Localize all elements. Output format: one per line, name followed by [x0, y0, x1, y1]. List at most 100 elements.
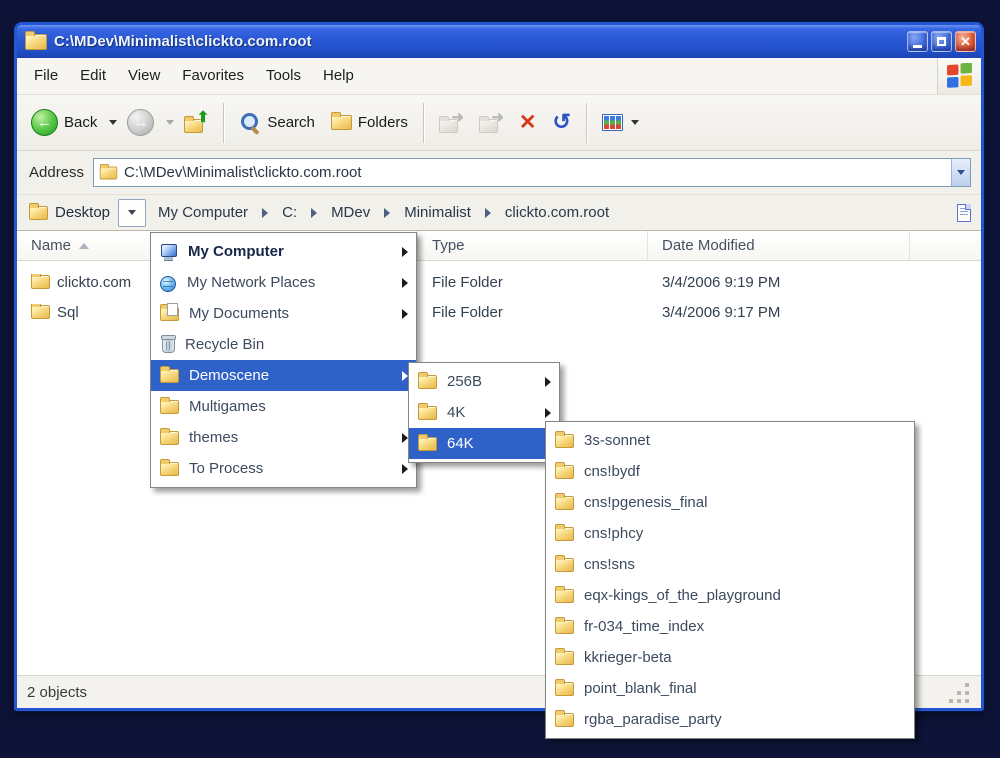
toolbar: ← Back → ⬆ Search Folders ➜ — [17, 95, 981, 151]
delete-icon: ✕ — [519, 112, 537, 133]
menu-item-demoscene[interactable]: Demoscene — [151, 360, 416, 391]
menu-item-fr-034[interactable]: fr-034_time_index — [546, 611, 914, 642]
window-folder-icon — [25, 34, 47, 50]
title-bar[interactable]: C:\MDev\Minimalist\clickto.com.root ✕ — [17, 25, 981, 58]
menu-item-256b[interactable]: 256B — [409, 366, 559, 397]
resize-grip[interactable] — [965, 699, 969, 703]
column-header-date-modified[interactable]: Date Modified — [648, 231, 910, 260]
menu-item-to-process[interactable]: To Process — [151, 453, 416, 484]
file-name: Sql — [57, 304, 79, 321]
breadcrumb-separator-icon[interactable] — [262, 208, 268, 218]
menu-item-recycle-bin[interactable]: Recycle Bin — [151, 329, 416, 360]
views-icon — [602, 114, 623, 131]
folders-icon — [331, 115, 352, 130]
copy-to-button: ➜ — [473, 109, 509, 137]
minimize-button[interactable] — [907, 31, 928, 52]
menu-item-my-computer[interactable]: My Computer — [151, 236, 416, 267]
file-name: clickto.com — [57, 274, 131, 291]
toolbar-separator — [423, 103, 424, 143]
search-button[interactable]: Search — [233, 108, 321, 138]
menu-item-label: Demoscene — [189, 367, 392, 384]
menu-item-4k[interactable]: 4K — [409, 397, 559, 428]
menu-item-label: fr-034_time_index — [584, 618, 906, 635]
menu-item-my-documents[interactable]: My Documents — [151, 298, 416, 329]
menu-item-label: 64K — [447, 435, 535, 452]
address-dropdown-button[interactable] — [951, 159, 970, 186]
chevron-down-icon — [957, 170, 965, 175]
menu-item-point-blank-final[interactable]: point_blank_final — [546, 673, 914, 704]
breadcrumb-minimalist[interactable]: Minimalist — [400, 204, 475, 221]
demoscene-submenu: 256B 4K 64K — [408, 362, 560, 463]
breadcrumb-my-computer[interactable]: My Computer — [154, 204, 252, 221]
menu-favorites[interactable]: Favorites — [171, 58, 255, 94]
menu-item-multigames[interactable]: Multigames — [151, 391, 416, 422]
folder-icon — [555, 496, 574, 510]
menu-item-3s-sonnet[interactable]: 3s-sonnet — [546, 425, 914, 456]
menu-edit[interactable]: Edit — [69, 58, 117, 94]
breadcrumb-separator-icon[interactable] — [384, 208, 390, 218]
back-dropdown-caret[interactable] — [109, 120, 117, 125]
file-type: File Folder — [418, 274, 648, 291]
menu-item-cns-bydf[interactable]: cns!bydf — [546, 456, 914, 487]
address-input[interactable]: C:\MDev\Minimalist\clickto.com.root — [93, 158, 971, 187]
submenu-arrow-icon — [402, 464, 408, 474]
file-date: 3/4/2006 9:17 PM — [648, 304, 910, 321]
copy-to-icon: ➜ — [479, 113, 503, 133]
undo-icon: ↺ — [553, 111, 571, 133]
breadcrumb-dropdown-menu: My Computer My Network Places My Documen… — [150, 232, 417, 488]
desktop-folder-icon — [29, 206, 48, 220]
menu-item-label: kkrieger-beta — [584, 649, 906, 666]
menu-item-label: To Process — [189, 460, 392, 477]
menu-file[interactable]: File — [23, 58, 69, 94]
delete-button[interactable]: ✕ — [513, 108, 543, 137]
forward-button[interactable]: → — [121, 105, 160, 140]
menu-tools[interactable]: Tools — [255, 58, 312, 94]
folder-icon — [555, 589, 574, 603]
breadcrumb-mdev[interactable]: MDev — [327, 204, 374, 221]
folder-icon — [555, 434, 574, 448]
breadcrumb-desktop[interactable]: Desktop — [29, 204, 110, 221]
menu-item-kkrieger-beta[interactable]: kkrieger-beta — [546, 642, 914, 673]
page-icon[interactable] — [957, 204, 971, 222]
breadcrumb-separator-icon[interactable] — [485, 208, 491, 218]
back-button[interactable]: ← Back — [25, 105, 103, 140]
breadcrumb-c-drive[interactable]: C: — [278, 204, 301, 221]
views-button[interactable] — [596, 110, 645, 135]
breadcrumb-separator-icon[interactable] — [311, 208, 317, 218]
menu-item-label: 256B — [447, 373, 535, 390]
menu-item-64k[interactable]: 64K — [409, 428, 559, 459]
breadcrumb: My Computer C: MDev Minimalist clickto.c… — [154, 204, 949, 221]
folder-icon — [418, 406, 437, 420]
file-type: File Folder — [418, 304, 648, 321]
breadcrumb-dropdown-button[interactable] — [118, 199, 146, 227]
breadcrumb-clickto[interactable]: clickto.com.root — [501, 204, 613, 221]
menu-item-label: eqx-kings_of_the_playground — [584, 587, 906, 604]
undo-button[interactable]: ↺ — [547, 108, 577, 138]
maximize-button[interactable] — [931, 31, 952, 52]
menu-item-label: cns!phcy — [584, 525, 906, 542]
menu-item-cns-sns[interactable]: cns!sns — [546, 549, 914, 580]
chevron-down-icon — [128, 210, 136, 215]
menu-item-label: point_blank_final — [584, 680, 906, 697]
menu-item-themes[interactable]: themes — [151, 422, 416, 453]
submenu-arrow-icon — [402, 278, 408, 288]
menu-item-rgba-paradise-party[interactable]: rgba_paradise_party — [546, 704, 914, 735]
submenu-arrow-icon — [402, 309, 408, 319]
menu-view[interactable]: View — [117, 58, 171, 94]
windows-logo-icon — [946, 63, 973, 90]
menu-item-eqx-kings[interactable]: eqx-kings_of_the_playground — [546, 580, 914, 611]
menu-item-cns-phcy[interactable]: cns!phcy — [546, 518, 914, 549]
column-header-type[interactable]: Type — [418, 231, 648, 260]
close-button[interactable]: ✕ — [955, 31, 976, 52]
menu-item-label: cns!sns — [584, 556, 906, 573]
forward-dropdown-caret[interactable] — [166, 120, 174, 125]
folders-button[interactable]: Folders — [325, 110, 414, 135]
menu-help[interactable]: Help — [312, 58, 365, 94]
up-button[interactable]: ⬆ — [178, 109, 214, 137]
maximize-icon — [937, 37, 946, 46]
menu-item-my-network-places[interactable]: My Network Places — [151, 267, 416, 298]
folder-icon — [555, 620, 574, 634]
menu-item-cns-pgenesis-final[interactable]: cns!pgenesis_final — [546, 487, 914, 518]
file-date: 3/4/2006 9:19 PM — [648, 274, 910, 291]
folder-icon — [555, 558, 574, 572]
